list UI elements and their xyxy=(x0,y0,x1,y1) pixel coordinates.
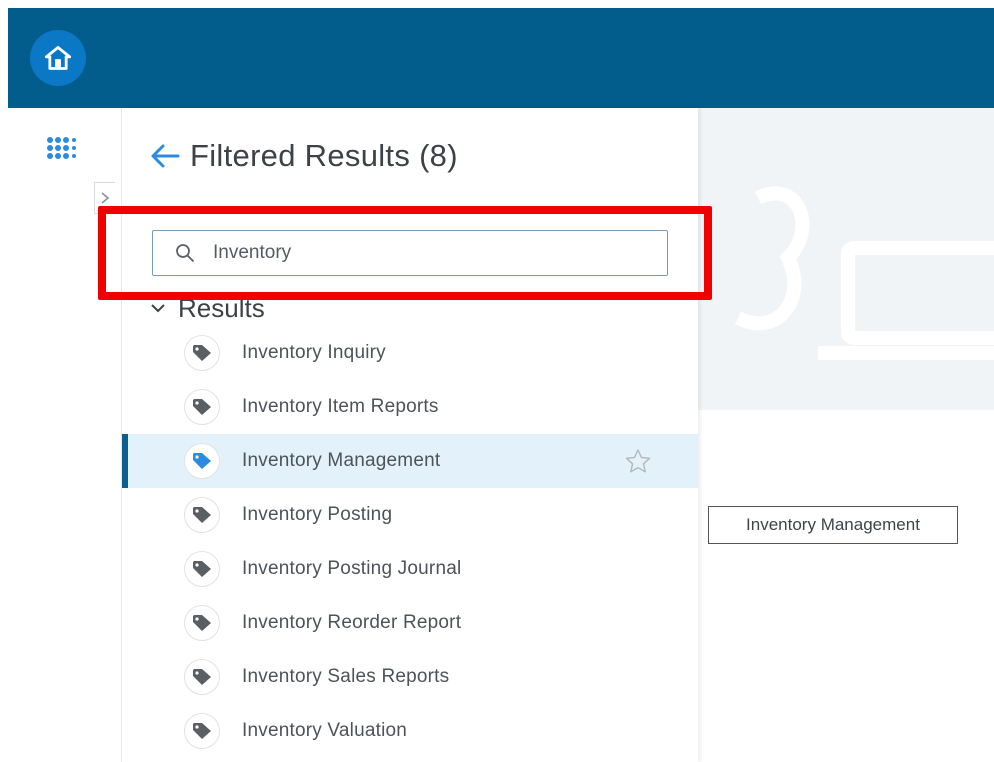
result-item-label: Inventory Posting xyxy=(242,504,393,525)
tag-icon xyxy=(193,723,211,739)
chevron-down-icon xyxy=(151,304,165,313)
result-item-label: Inventory Management xyxy=(242,450,441,471)
result-item[interactable]: Inventory Valuation xyxy=(122,704,698,758)
top-bar xyxy=(8,8,994,108)
result-item[interactable]: Inventory Reorder Report xyxy=(122,596,698,650)
arrow-left-icon[interactable] xyxy=(150,143,180,169)
tag-icon xyxy=(193,399,211,415)
tooltip: Inventory Management xyxy=(708,506,958,544)
result-item[interactable]: Inventory Posting xyxy=(122,488,698,542)
tag-icon xyxy=(193,453,211,469)
tag-icon xyxy=(193,615,211,631)
result-item-label: Inventory Reorder Report xyxy=(242,612,462,633)
result-item-label: Inventory Item Reports xyxy=(242,396,439,417)
tag-icon xyxy=(193,507,211,523)
search-highlight-frame xyxy=(98,206,712,300)
apps-grid-icon[interactable] xyxy=(46,136,76,166)
result-item-active[interactable]: Inventory Management xyxy=(122,434,698,488)
tag-icon xyxy=(193,561,211,577)
result-item-label: Inventory Valuation xyxy=(242,720,408,741)
result-item-label: Inventory Inquiry xyxy=(242,342,386,363)
result-item-label: Inventory Sales Reports xyxy=(242,666,450,687)
background-illustration xyxy=(698,108,994,410)
tag-icon xyxy=(193,669,211,685)
result-list: Inventory Inquiry Inventory Item Reports… xyxy=(122,326,698,758)
result-item[interactable]: Inventory Posting Journal xyxy=(122,542,698,596)
result-item[interactable]: Inventory Inquiry xyxy=(122,326,698,380)
tag-icon xyxy=(193,345,211,361)
result-item[interactable]: Inventory Item Reports xyxy=(122,380,698,434)
page-title: Filtered Results (8) xyxy=(190,138,458,173)
home-button[interactable] xyxy=(30,30,86,86)
result-item-label: Inventory Posting Journal xyxy=(242,558,462,579)
chevron-right-icon xyxy=(101,192,110,204)
result-item[interactable]: Inventory Sales Reports xyxy=(122,650,698,704)
panel-header: Filtered Results (8) xyxy=(150,136,458,176)
star-outline-icon[interactable] xyxy=(624,448,652,474)
home-icon xyxy=(44,46,72,70)
